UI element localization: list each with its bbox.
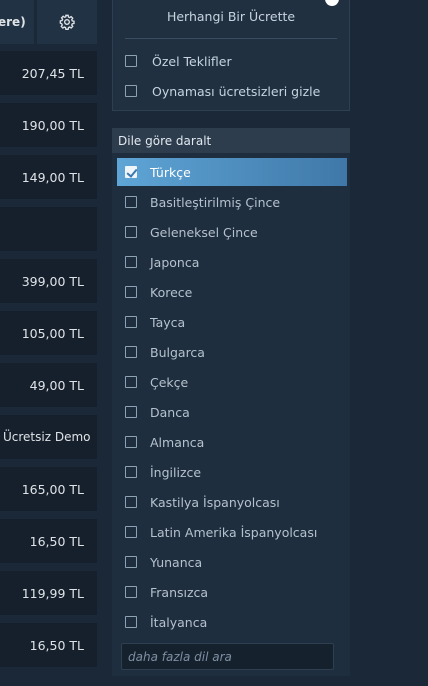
result-row-price[interactable]: 207,45 TL — [0, 51, 97, 95]
language-option[interactable]: Kastilya İspanyolcası — [117, 488, 347, 516]
language-option[interactable]: İtalyanca — [117, 608, 347, 636]
settings-button[interactable] — [37, 0, 97, 44]
language-option[interactable]: Bulgarca — [117, 338, 347, 366]
language-option-label: Basitleştirilmiş Çince — [150, 194, 281, 210]
hide-free-to-play-label: Oynaması ücretsizleri gizle — [152, 83, 321, 99]
checkbox-checked[interactable] — [125, 166, 137, 178]
special-offers-label: Özel Teklifler — [152, 53, 232, 69]
price-range-label: Herhangi Bir Ücrette — [166, 9, 296, 24]
result-row-price[interactable]: 149,00 TL — [0, 155, 97, 199]
language-option-label: İngilizce — [150, 464, 202, 480]
language-option[interactable]: Japonca — [117, 248, 347, 276]
checkbox-box[interactable] — [125, 256, 137, 268]
checkbox-box[interactable] — [125, 55, 137, 67]
checkbox-box[interactable] — [125, 316, 137, 328]
language-option-label: Geleneksel Çince — [150, 224, 258, 240]
language-option[interactable]: Basitleştirilmiş Çince — [117, 188, 347, 216]
result-row-price[interactable]: 16,50 TL — [0, 623, 97, 667]
language-option[interactable]: Türkçe — [117, 158, 347, 186]
result-row-price[interactable]: 49,00 TL — [0, 363, 97, 407]
language-option-label: Kastilya İspanyolcası — [150, 494, 280, 510]
language-option[interactable]: Geleneksel Çince — [117, 218, 347, 246]
price-filter-panel: Herhangi Bir Ücrette Özel Teklifler Oyna… — [112, 0, 350, 111]
language-option-label: Japonca — [150, 254, 200, 270]
result-row-price[interactable]: Ücretsiz Demo — [0, 415, 97, 459]
checkbox-box[interactable] — [125, 346, 137, 358]
result-row-price[interactable]: 165,00 TL — [0, 467, 97, 511]
checkbox-box[interactable] — [125, 466, 137, 478]
language-search-input[interactable] — [121, 643, 334, 670]
language-option-label: Çekçe — [150, 374, 189, 390]
result-row-price[interactable]: 399,00 TL — [0, 259, 97, 303]
language-filter-list: Türkçe Basitleştirilmiş Çince Geleneksel Ç… — [112, 153, 350, 680]
language-option-label: Almanca — [150, 434, 205, 450]
language-filter-title: Dile göre daralt — [118, 133, 212, 148]
language-option-label: Danca — [150, 404, 190, 420]
checkbox-box[interactable] — [125, 436, 137, 448]
gear-icon — [59, 14, 75, 30]
language-option-label: Bulgarca — [150, 344, 205, 360]
checkbox-box[interactable] — [125, 526, 137, 538]
checkbox-box[interactable] — [125, 376, 137, 388]
language-option[interactable]: Korece — [117, 278, 347, 306]
checkbox-box[interactable] — [125, 616, 137, 628]
checkbox-box[interactable] — [125, 85, 137, 97]
checkbox-box[interactable] — [125, 556, 137, 568]
result-row-price[interactable]: 105,00 TL — [0, 311, 97, 355]
checkbox-box[interactable] — [125, 496, 137, 508]
hide-free-to-play-checkbox[interactable]: Oynaması ücretsizleri gizle — [125, 80, 320, 102]
price-slider-handle[interactable] — [325, 0, 339, 6]
result-row-price[interactable]: 190,00 TL — [0, 103, 97, 147]
special-offers-checkbox[interactable]: Özel Teklifler — [125, 50, 232, 72]
language-option-label: Türkçe — [150, 164, 191, 180]
divider — [125, 38, 337, 39]
sort-dropdown[interactable]: ere) — [0, 0, 34, 44]
language-option-label: Korece — [150, 284, 193, 300]
search-results-column: ere) 207,45 TL 190,00 TL 149,00 TL 399,00 T… — [0, 0, 97, 686]
result-row-price[interactable]: 16,50 TL — [0, 519, 97, 563]
language-option[interactable]: Çekçe — [117, 368, 347, 396]
language-option-label: İtalyanca — [150, 614, 208, 630]
language-option[interactable]: Latin Amerika İspanyolcası — [117, 518, 347, 546]
checkbox-box[interactable] — [125, 406, 137, 418]
language-option[interactable]: Fransızca — [117, 578, 347, 606]
language-option[interactable]: Tayca — [117, 308, 347, 336]
checkbox-box[interactable] — [125, 226, 137, 238]
checkbox-box[interactable] — [125, 586, 137, 598]
language-option-label: Latin Amerika İspanyolcası — [150, 524, 318, 540]
checkbox-box[interactable] — [125, 196, 137, 208]
language-option-label: Tayca — [150, 314, 186, 330]
checkbox-box[interactable] — [125, 286, 137, 298]
sort-dropdown-label: ere) — [0, 15, 26, 29]
result-row-price[interactable] — [0, 207, 97, 251]
language-option[interactable]: Yunanca — [117, 548, 347, 576]
language-option-label: Fransızca — [150, 584, 209, 600]
language-option[interactable]: İngilizce — [117, 458, 347, 486]
language-filter-header[interactable]: Dile göre daralt — [112, 128, 350, 153]
language-option[interactable]: Danca — [117, 398, 347, 426]
page-bottom-edge — [0, 676, 428, 686]
language-option[interactable]: Almanca — [117, 428, 347, 456]
language-option-label: Yunanca — [150, 554, 203, 570]
result-row-price[interactable]: 119,99 TL — [0, 571, 97, 615]
